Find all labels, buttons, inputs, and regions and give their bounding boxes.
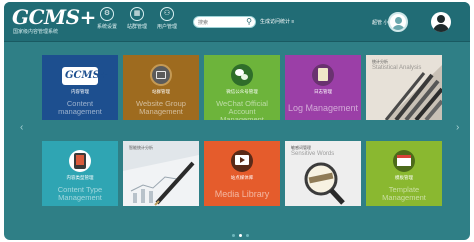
page-dot-1[interactable] bbox=[232, 234, 235, 237]
page-dot-3[interactable] bbox=[246, 234, 249, 237]
search-box: ⚲ bbox=[193, 16, 256, 28]
tablet-screen bbox=[76, 155, 84, 165]
prev-arrow-icon[interactable]: ‹ bbox=[20, 122, 23, 134]
notepad-paper bbox=[318, 68, 328, 81]
brand-subtitle: 国家级内容管理系统 bbox=[13, 29, 59, 35]
tile-media-library[interactable]: 站点媒体库 Media Library bbox=[204, 141, 280, 206]
bubble-small bbox=[241, 74, 248, 80]
search-icon[interactable]: ⚲ bbox=[246, 17, 252, 27]
brand-logo[interactable]: GCMS+ 国家级内容管理系统 bbox=[12, 6, 96, 38]
account-body bbox=[433, 24, 449, 32]
pen-chart-photo bbox=[123, 141, 199, 206]
tile-subtitle: Template Management bbox=[382, 185, 426, 202]
page-dot-2[interactable] bbox=[239, 234, 242, 237]
tile-title: 内容管理 bbox=[71, 89, 89, 94]
notepad-icon bbox=[312, 64, 334, 86]
nav-label: 系统设置 bbox=[96, 24, 117, 30]
brand-name: GCMS+ bbox=[12, 5, 96, 29]
nav-system-settings[interactable]: ⚙ 系统设置 bbox=[92, 7, 122, 39]
grid-icon: ▦ bbox=[130, 7, 144, 21]
tile-content-type[interactable]: 内容类型管理 Content Type Management bbox=[42, 141, 118, 206]
tile-template-management[interactable]: 模板管理 Template Management bbox=[366, 141, 442, 206]
tile-site-group[interactable]: 站群管理 Website Group Management bbox=[123, 55, 199, 120]
tile-sensitive-words[interactable]: 敏感词管理 Sensitive Words bbox=[285, 141, 361, 206]
tablet-icon bbox=[69, 150, 91, 172]
tile-title: 微信公众号管理 bbox=[226, 89, 258, 94]
account-icon[interactable] bbox=[431, 12, 451, 32]
access-stats-link[interactable]: 生成访问统计 ≡ bbox=[260, 19, 294, 25]
nav-label: 用户管理 bbox=[156, 24, 177, 30]
window-icon bbox=[150, 64, 172, 86]
gcms-logo-text: GCMS+ bbox=[65, 70, 109, 81]
tile-subtitle: Content Type Management bbox=[57, 185, 103, 202]
avatar-head bbox=[395, 17, 402, 24]
account-head bbox=[437, 15, 445, 23]
tile-subtitle: Statistical Analysis bbox=[372, 65, 422, 71]
avatar[interactable] bbox=[388, 12, 408, 32]
tile-subtitle: Sensitive Words bbox=[291, 151, 335, 157]
tile-subtitle: Website Group Management bbox=[136, 99, 186, 116]
nav-site-group[interactable]: ▦ 站群管理 bbox=[122, 7, 152, 39]
tile-title: 站群管理 bbox=[152, 89, 170, 94]
tile-title: 敏感词管理 bbox=[291, 145, 311, 150]
tile-title: 站点媒体库 bbox=[230, 175, 254, 180]
tile-subtitle: Log Management bbox=[287, 103, 359, 113]
app-window: GCMS+ 国家级内容管理系统 ⚙ 系统设置 ▦ 站群管理 ⚇ 用户管理 ⚲ 生… bbox=[4, 2, 470, 240]
search-input[interactable] bbox=[198, 18, 244, 27]
nav-user-management[interactable]: ⚇ 用户管理 bbox=[152, 7, 182, 39]
users-icon: ⚇ bbox=[160, 7, 174, 21]
tile-smart-statistics[interactable]: 智能统计分析 bbox=[123, 141, 199, 206]
top-bar: GCMS+ 国家级内容管理系统 ⚙ 系统设置 ▦ 站群管理 ⚇ 用户管理 ⚲ 生… bbox=[4, 2, 470, 42]
tile-subtitle: WeChat Official Account Management bbox=[216, 99, 268, 121]
next-arrow-icon[interactable]: › bbox=[456, 122, 459, 134]
carousel-pagination bbox=[230, 224, 251, 240]
tile-content-management[interactable]: GCMS+ 内容管理 Content management bbox=[42, 55, 118, 120]
browser-icon bbox=[393, 150, 415, 172]
tile-subtitle: Media Library bbox=[214, 189, 270, 199]
tile-title: 统计分析 bbox=[372, 59, 388, 64]
window-frame bbox=[156, 71, 166, 79]
tile-title: 智能统计分析 bbox=[129, 145, 153, 150]
avatar-body bbox=[392, 25, 405, 30]
gcms-logo-icon: GCMS+ bbox=[62, 67, 108, 85]
tile-subtitle: Content management bbox=[58, 99, 102, 116]
browser-window bbox=[397, 155, 411, 166]
tile-log-management[interactable]: 日志管理 Log Management bbox=[285, 55, 361, 120]
film-icon bbox=[231, 150, 253, 172]
tile-statistical-analysis[interactable]: 统计分析 Statistical Analysis bbox=[366, 55, 442, 120]
nav-label: 站群管理 bbox=[126, 24, 147, 30]
gear-icon: ⚙ bbox=[100, 7, 114, 21]
tile-title: 日志管理 bbox=[314, 89, 332, 94]
tile-title: 内容类型管理 bbox=[66, 175, 94, 180]
tile-title: 模板管理 bbox=[395, 175, 413, 180]
tile-wechat[interactable]: 微信公众号管理 WeChat Official Account Manageme… bbox=[204, 55, 280, 120]
play-icon bbox=[240, 157, 245, 163]
wechat-icon bbox=[231, 64, 253, 86]
